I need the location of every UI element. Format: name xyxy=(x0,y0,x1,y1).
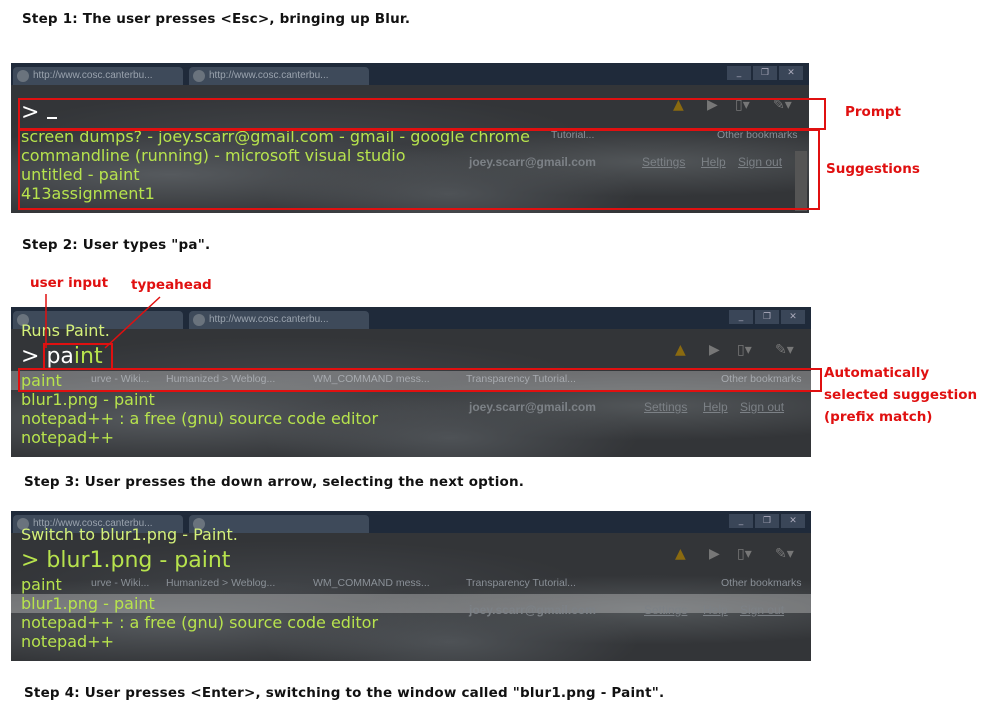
restore-icon[interactable]: ❐ xyxy=(755,514,779,528)
other-bookmarks: Other bookmarks xyxy=(721,577,802,589)
bookmark-item: Transparency Tutorial... xyxy=(466,577,576,589)
browser-tab-strip: http://www.cosc.canterbu... _ ❐ ✕ xyxy=(11,307,811,329)
selected-suggestion-box xyxy=(18,368,822,392)
step2-caption: Step 2: User types "pa". xyxy=(22,237,211,253)
suggestion-item[interactable]: notepad++ : a free (gnu) source code edi… xyxy=(21,613,378,632)
user-input-highlight-box xyxy=(43,343,113,370)
restore-icon[interactable]: ❐ xyxy=(753,66,777,80)
page-menu-icon: ▯▾ xyxy=(737,546,752,562)
help-link: Help xyxy=(703,603,728,617)
window-controls: _ ❐ ✕ xyxy=(729,310,805,324)
browser-tab[interactable]: http://www.cosc.canterbu... xyxy=(189,67,369,85)
minimize-icon[interactable]: _ xyxy=(729,514,753,528)
suggestion-item[interactable]: notepad++ xyxy=(21,428,114,447)
account-email: joey.scarr@gmail.com xyxy=(469,603,596,617)
step3-caption: Step 3: User presses the down arrow, sel… xyxy=(24,474,525,490)
wrench-icon: ✎▾ xyxy=(775,342,794,358)
bookmark-item: WM_COMMAND mess... xyxy=(313,577,430,589)
close-icon[interactable]: ✕ xyxy=(781,514,805,528)
screenshot-step3: http://www.cosc.canterbu... _ ❐ ✕ ▲ ▶ ▯▾… xyxy=(11,511,811,661)
suggestion-item[interactable]: paint xyxy=(21,575,62,594)
warning-icon: ▲ xyxy=(675,546,686,562)
action-status: Switch to blur1.png - Paint. xyxy=(21,525,238,544)
suggestions-highlight-box xyxy=(18,129,820,210)
step1-caption: Step 1: The user presses <Esc>, bringing… xyxy=(22,11,411,27)
browser-tab[interactable]: http://www.cosc.canterbu... xyxy=(189,311,369,329)
wrench-icon: ✎▾ xyxy=(775,546,794,562)
bookmark-item: Humanized > Weblog... xyxy=(166,577,276,589)
restore-icon[interactable]: ❐ xyxy=(755,310,779,324)
suggestion-item[interactable]: notepad++ xyxy=(21,632,114,651)
prompt-highlight-box xyxy=(18,98,826,130)
browser-tab[interactable]: http://www.cosc.canterbu... xyxy=(13,67,183,85)
signout-link: Sign out xyxy=(740,603,785,617)
close-icon[interactable]: ✕ xyxy=(779,66,803,80)
play-icon: ▶ xyxy=(709,546,720,562)
prompt[interactable]: > blur1.png - paint xyxy=(21,548,230,574)
suggestions-label: Suggestions xyxy=(826,161,920,177)
suggestion-item[interactable]: blur1.png - paint xyxy=(21,390,155,409)
favicon-icon xyxy=(193,314,205,326)
typeahead-label: typeahead xyxy=(131,277,212,293)
step4-caption: Step 4: User presses <Enter>, switching … xyxy=(24,685,665,701)
signout-link: Sign out xyxy=(740,400,785,414)
close-icon[interactable]: ✕ xyxy=(781,310,805,324)
account-email: joey.scarr@gmail.com xyxy=(469,400,596,414)
minimize-icon[interactable]: _ xyxy=(727,66,751,80)
auto-selected-label: Automatically selected suggestion (prefi… xyxy=(824,365,978,425)
bookmark-item: urve - Wiki... xyxy=(91,577,150,589)
favicon-icon xyxy=(193,70,205,82)
settings-link: Settings xyxy=(644,400,688,414)
action-status: Runs Paint. xyxy=(21,321,110,340)
prompt-label: Prompt xyxy=(845,104,902,120)
window-controls: _ ❐ ✕ xyxy=(727,66,803,80)
favicon-icon xyxy=(17,70,29,82)
play-icon: ▶ xyxy=(709,342,720,358)
browser-tab-strip: http://www.cosc.canterbu... http://www.c… xyxy=(11,63,809,85)
warning-icon: ▲ xyxy=(675,342,686,358)
suggestion-item-selected[interactable]: blur1.png - paint xyxy=(21,594,155,613)
user-input-label: user input xyxy=(30,275,109,291)
page-menu-icon: ▯▾ xyxy=(737,342,752,358)
help-link: Help xyxy=(703,400,728,414)
suggestion-item[interactable]: notepad++ : a free (gnu) source code edi… xyxy=(21,409,378,428)
settings-link: Settings xyxy=(644,603,688,617)
window-controls: _ ❐ ✕ xyxy=(729,514,805,528)
minimize-icon[interactable]: _ xyxy=(729,310,753,324)
